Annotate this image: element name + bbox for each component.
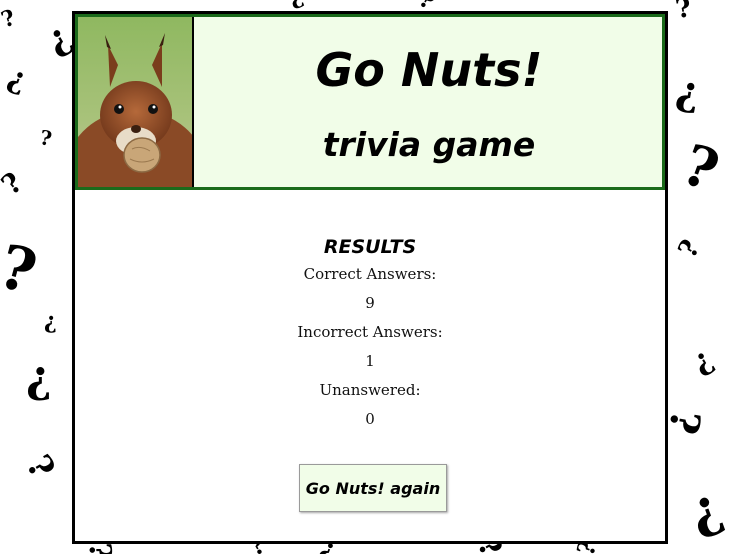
question-mark-icon: ? xyxy=(0,165,29,202)
squirrel-photo xyxy=(78,17,194,187)
question-mark-icon: ¿ xyxy=(26,352,52,403)
results-section: RESULTS Correct Answers: 9 Incorrect Ans… xyxy=(75,234,665,434)
unanswered-label: Unanswered: xyxy=(319,381,421,399)
question-mark-icon: ? xyxy=(44,310,57,336)
incorrect-answers-label: Incorrect Answers: xyxy=(297,323,443,341)
unanswered-value: 0 xyxy=(365,410,375,428)
question-mark-icon: ? xyxy=(2,62,31,101)
question-mark-icon: ? xyxy=(286,0,307,13)
question-mark-icon: ¿ xyxy=(680,475,730,544)
question-mark-icon: ? xyxy=(0,231,44,309)
game-panel: Go Nuts! trivia game RESULTS Correct Ans… xyxy=(72,11,668,544)
question-mark-icon: ? xyxy=(673,131,728,205)
squirrel-icon xyxy=(78,17,192,187)
play-again-button[interactable]: Go Nuts! again xyxy=(299,464,447,512)
header-banner: Go Nuts! trivia game xyxy=(75,14,665,190)
game-subtitle: trivia game xyxy=(322,125,536,164)
question-mark-icon: ? xyxy=(17,448,63,486)
question-mark-icon: ? xyxy=(38,125,54,151)
question-mark-icon: ? xyxy=(673,0,694,26)
question-mark-icon: ? xyxy=(659,406,710,438)
results-heading: RESULTS xyxy=(323,236,417,258)
question-mark-icon: ¿ xyxy=(686,341,719,381)
question-mark-icon: ? xyxy=(0,4,19,34)
question-mark-icon: ? xyxy=(672,234,707,264)
correct-answers-label: Correct Answers: xyxy=(303,265,437,283)
game-title: Go Nuts! xyxy=(315,43,543,97)
question-mark-icon: ? xyxy=(672,71,704,122)
correct-answers-value: 9 xyxy=(365,294,375,312)
incorrect-answers-value: 1 xyxy=(365,352,375,370)
